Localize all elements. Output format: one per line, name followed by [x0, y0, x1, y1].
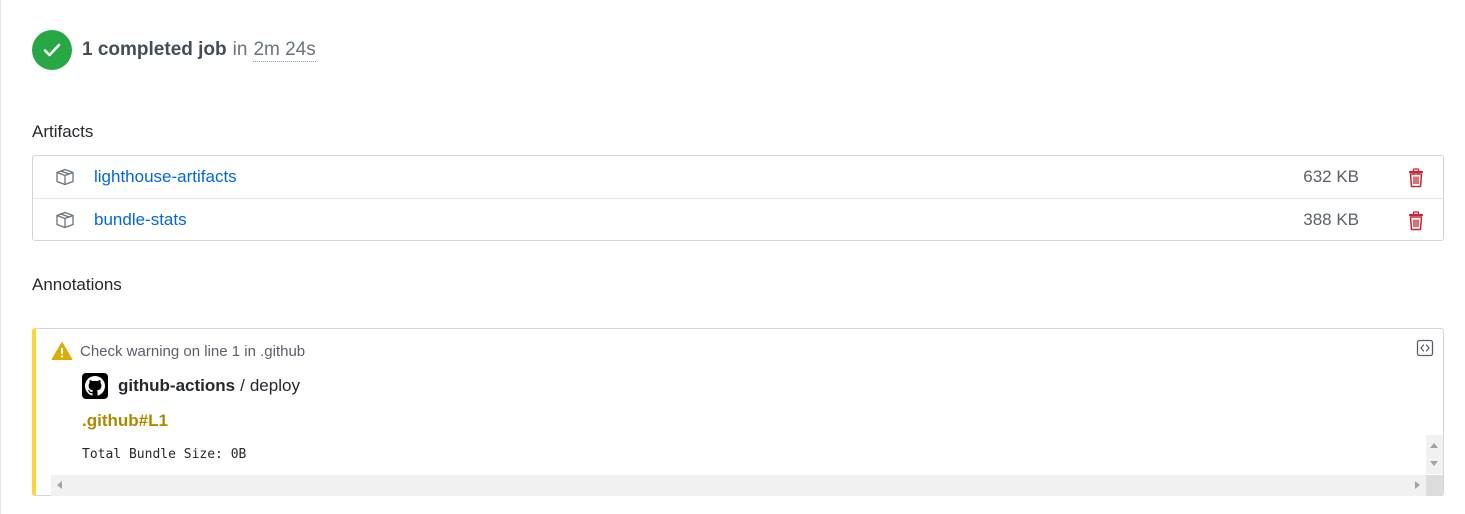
trash-icon[interactable] — [1407, 211, 1425, 231]
artifact-size: 388 KB — [1303, 210, 1359, 229]
horizontal-scrollbar[interactable] — [51, 475, 1426, 496]
vertical-scrollbar[interactable] — [1426, 435, 1443, 474]
run-duration[interactable]: 2m 24s — [253, 39, 316, 62]
artifacts-list: lighthouse-artifacts 632 KB bundle-stats… — [32, 155, 1444, 241]
annotation-actor[interactable]: github-actions — [118, 376, 235, 396]
github-mark-icon — [82, 373, 108, 399]
artifact-row: bundle-stats 388 KB — [33, 198, 1443, 241]
code-square-icon[interactable] — [1416, 339, 1434, 357]
scroll-up-arrow[interactable] — [1430, 443, 1438, 448]
warning-icon — [51, 342, 73, 360]
annotation-message: Total Bundle Size: 0B — [82, 447, 247, 462]
annotation-header: Check warning on line 1 in .github — [51, 341, 305, 361]
annotation-separator: / — [240, 376, 245, 395]
workflow-run-summary: 1 completed job in 2m 24s Artifacts ligh… — [0, 0, 1465, 514]
job-summary: 1 completed job in 2m 24s — [32, 30, 316, 70]
annotation-job[interactable]: deploy — [250, 376, 300, 396]
scroll-left-arrow[interactable] — [57, 481, 62, 489]
scroll-down-arrow[interactable] — [1430, 461, 1438, 466]
completed-jobs-count: 1 completed job — [82, 39, 227, 60]
annotation-warning: Check warning on line 1 in .github githu… — [32, 328, 1444, 496]
annotation-source: github-actions / deploy — [82, 373, 300, 399]
check-icon — [32, 30, 72, 70]
annotation-title: Check warning on line 1 in .github — [80, 342, 306, 360]
package-icon — [56, 211, 74, 229]
artifact-row: lighthouse-artifacts 632 KB — [33, 156, 1443, 198]
package-icon — [56, 168, 74, 186]
artifacts-heading: Artifacts — [32, 122, 94, 141]
summary-in-label: in — [232, 39, 248, 60]
annotations-heading: Annotations — [32, 275, 122, 294]
scroll-right-arrow[interactable] — [1415, 481, 1420, 489]
artifact-link-lighthouse-artifacts[interactable]: lighthouse-artifacts — [94, 167, 237, 187]
annotation-message-box: Total Bundle Size: 0B — [51, 435, 1443, 496]
trash-icon[interactable] — [1407, 168, 1425, 188]
annotation-location-link[interactable]: .github#L1 — [82, 411, 168, 431]
artifact-link-bundle-stats[interactable]: bundle-stats — [94, 210, 187, 230]
scrollbar-corner — [1426, 475, 1443, 496]
artifact-size: 632 KB — [1303, 167, 1359, 186]
